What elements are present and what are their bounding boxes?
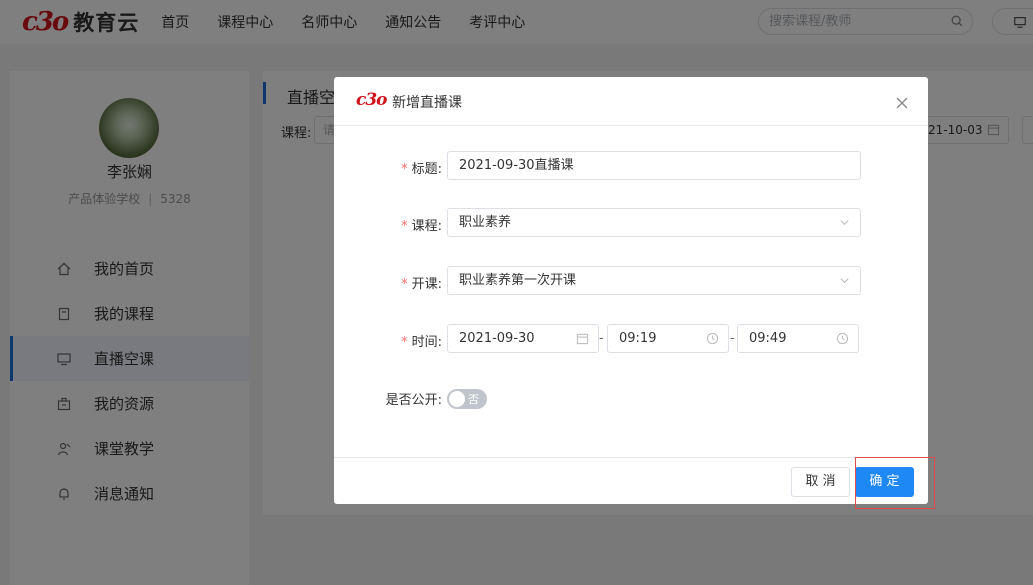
class-select-value: 职业素养第一次开课 bbox=[459, 273, 577, 288]
calendar-icon bbox=[576, 333, 589, 345]
required-mark: * bbox=[401, 162, 408, 177]
dialog-title: 新增直播课 bbox=[392, 95, 462, 111]
date-time-dash: - bbox=[599, 331, 604, 346]
chevron-down-icon bbox=[840, 220, 849, 226]
required-mark: * bbox=[401, 277, 408, 292]
time-range-dash: - bbox=[730, 331, 735, 346]
class-label: * 开课: bbox=[392, 273, 442, 292]
close-icon[interactable] bbox=[895, 96, 909, 110]
clock-icon bbox=[706, 332, 719, 345]
course-select[interactable]: 职业素养 bbox=[447, 208, 861, 237]
class-select[interactable]: 职业素养第一次开课 bbox=[447, 266, 861, 295]
date-picker[interactable]: 2021-09-30 bbox=[447, 324, 599, 353]
class-label-text: 开课: bbox=[411, 277, 442, 292]
public-label: 是否公开: bbox=[385, 393, 442, 408]
course-label-text: 课程: bbox=[411, 219, 442, 234]
cancel-button[interactable]: 取 消 bbox=[791, 467, 850, 497]
dialog-footer-divider bbox=[334, 457, 928, 458]
start-time-picker[interactable]: 09:19 bbox=[607, 324, 729, 353]
title-label: * 标题: bbox=[392, 158, 442, 177]
title-input[interactable]: 2021-09-30直播课 bbox=[447, 151, 861, 180]
dialog-header: c3o 新增直播课 bbox=[334, 77, 928, 126]
end-time-picker[interactable]: 09:49 bbox=[737, 324, 859, 353]
time-label-text: 时间: bbox=[411, 335, 442, 350]
toggle-text: 否 bbox=[468, 393, 479, 406]
date-picker-value: 2021-09-30 bbox=[459, 331, 535, 346]
chevron-down-icon bbox=[840, 278, 849, 284]
course-label: * 课程: bbox=[392, 215, 442, 234]
end-time-value: 09:49 bbox=[749, 331, 787, 346]
required-mark: * bbox=[401, 335, 408, 350]
public-toggle[interactable]: 否 bbox=[447, 389, 487, 409]
dialog-logo: c3o bbox=[356, 90, 388, 110]
clock-icon bbox=[836, 332, 849, 345]
course-select-value: 职业素养 bbox=[459, 215, 512, 230]
confirm-highlight-box bbox=[855, 457, 935, 509]
title-label-text: 标题: bbox=[411, 162, 442, 177]
time-label: * 时间: bbox=[392, 331, 442, 350]
toggle-knob bbox=[449, 391, 465, 407]
start-time-value: 09:19 bbox=[619, 331, 657, 346]
required-mark: * bbox=[401, 219, 408, 234]
